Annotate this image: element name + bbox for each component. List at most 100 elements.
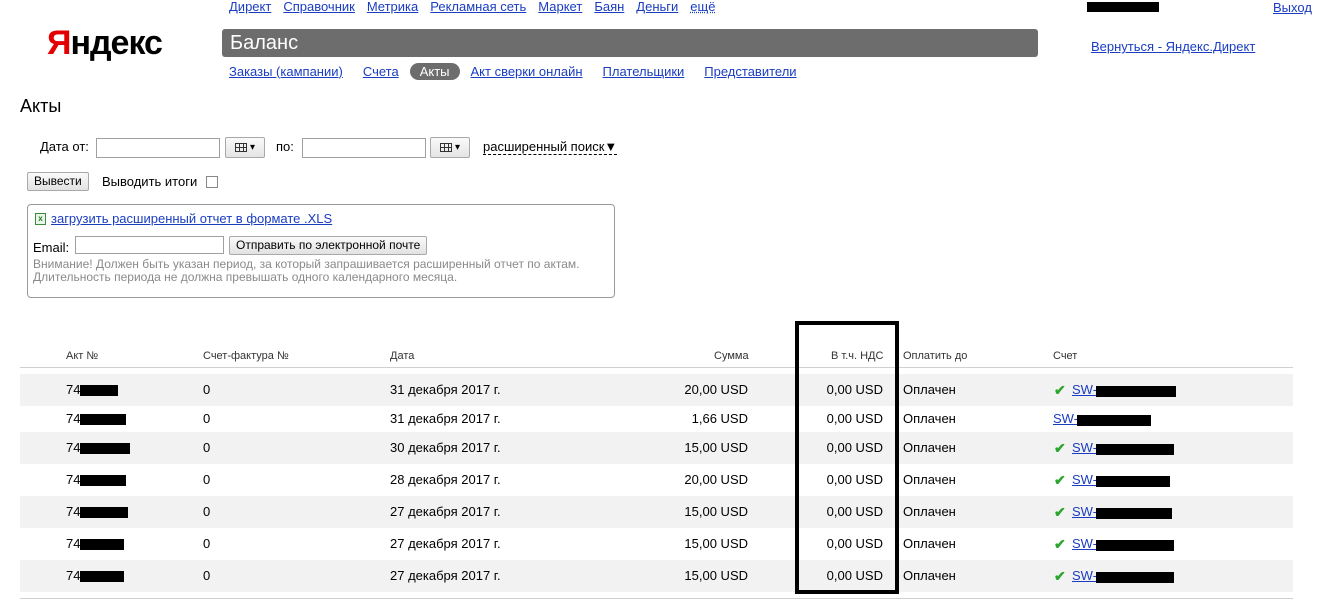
top-nav-reference[interactable]: Справочник — [283, 0, 355, 16]
show-totals-label: Выводить итоги — [102, 174, 198, 189]
act-sum: 15,00 USD — [684, 504, 748, 519]
submit-button[interactable]: Вывести — [27, 172, 89, 191]
show-totals-checkbox[interactable] — [206, 176, 218, 188]
email-field[interactable] — [75, 236, 224, 254]
act-vat: 0,00 USD — [826, 440, 883, 455]
act-number-redacted — [80, 475, 126, 486]
invoice-number: 0 — [203, 536, 211, 551]
bill-number-redacted — [1096, 508, 1172, 519]
pay-by-status: Оплачен — [903, 504, 956, 519]
act-sum: 20,00 USD — [684, 382, 748, 397]
back-to-direct-link[interactable]: Вернуться - Яндекс.Директ — [1091, 39, 1255, 54]
section-title-bar: Баланс — [222, 29, 1038, 57]
invoice-number: 0 — [203, 472, 211, 487]
date-to-calendar-button[interactable]: ▾ — [430, 137, 470, 158]
notice-line-2: Длительность периода не должна превышать… — [33, 270, 458, 284]
act-number-redacted — [80, 443, 130, 454]
act-date: 31 декабря 2017 г. — [390, 382, 501, 397]
act-number-redacted — [80, 539, 124, 550]
top-nav: Директ Справочник Метрика Рекламная сеть… — [229, 0, 727, 16]
act-date: 27 декабря 2017 г. — [390, 568, 501, 583]
bill-link[interactable]: SW- — [1072, 432, 1097, 464]
act-date: 27 декабря 2017 г. — [390, 504, 501, 519]
pay-by-status: Оплачен — [903, 411, 956, 426]
table-row: 74 0 30 декабря 2017 г. 15,00 USD 0,00 USD Оп… — [20, 432, 1293, 464]
date-from-calendar-button[interactable]: ▾ — [225, 137, 265, 158]
download-xls-link[interactable]: загрузить расширенный отчет в формате .X… — [51, 211, 332, 226]
col-header-act: Акт № — [66, 350, 99, 362]
logout-link[interactable]: Выход — [1273, 0, 1312, 15]
act-number-redacted — [80, 507, 128, 518]
bill-number-redacted — [1096, 540, 1174, 551]
email-label: Email: — [33, 240, 70, 255]
date-from-input[interactable] — [96, 138, 220, 158]
act-vat: 0,00 USD — [826, 411, 883, 426]
act-date: 27 декабря 2017 г. — [390, 536, 501, 551]
bill-number-redacted — [1096, 476, 1170, 487]
check-icon: ✔ — [1054, 382, 1066, 398]
top-nav-more[interactable]: ещё — [690, 0, 715, 16]
tab-orders[interactable]: Заказы (кампании) — [229, 64, 343, 79]
act-number: 74 — [66, 411, 81, 426]
chevron-down-icon: ▾ — [454, 142, 461, 153]
pay-by-status: Оплачен — [903, 440, 956, 455]
tab-payers[interactable]: Плательщики — [603, 64, 685, 79]
date-to-input[interactable] — [302, 138, 426, 158]
pay-by-status: Оплачен — [903, 472, 956, 487]
tab-representatives[interactable]: Представители — [704, 64, 796, 79]
top-nav-ad-network[interactable]: Рекламная сеть — [430, 0, 526, 16]
user-name-redacted[interactable] — [1087, 2, 1159, 12]
top-nav-metrika[interactable]: Метрика — [367, 0, 418, 16]
yandex-logo[interactable]: Яндекс — [47, 24, 163, 63]
col-header-bill: Счет — [1053, 350, 1078, 362]
top-nav-direct[interactable]: Директ — [229, 0, 271, 16]
calendar-icon — [234, 143, 247, 152]
bill-link[interactable]: SW- — [1072, 528, 1097, 560]
bill-link[interactable]: SW- — [1072, 560, 1097, 592]
top-nav-bayan[interactable]: Баян — [594, 0, 624, 16]
act-sum: 1,66 USD — [691, 411, 748, 426]
invoice-number: 0 — [203, 382, 211, 397]
act-sum: 15,00 USD — [684, 536, 748, 551]
bill-link[interactable]: SW- — [1072, 374, 1097, 406]
col-header-pay-by: Оплатить до — [903, 350, 968, 362]
top-nav-market[interactable]: Маркет — [538, 0, 582, 16]
check-icon: ✔ — [1054, 472, 1066, 488]
bill-number-redacted — [1096, 444, 1174, 455]
pay-by-status: Оплачен — [903, 536, 956, 551]
table-row: 74 0 31 декабря 2017 г. 1,66 USD 0,00 USD Опл… — [20, 406, 1293, 432]
act-number-redacted — [80, 414, 126, 425]
pay-by-status: Оплачен — [903, 568, 956, 583]
act-sum: 20,00 USD — [684, 472, 748, 487]
send-email-button[interactable]: Отправить по электронной почте — [229, 236, 428, 255]
tab-reconciliation[interactable]: Акт сверки онлайн — [471, 64, 583, 79]
act-number: 74 — [66, 382, 81, 397]
act-number: 74 — [66, 536, 81, 551]
bill-link[interactable]: SW- — [1072, 464, 1097, 496]
tab-invoices[interactable]: Счета — [363, 64, 399, 79]
top-nav-money[interactable]: Деньги — [636, 0, 678, 16]
col-header-vat: В т.ч. НДС — [831, 350, 884, 362]
chevron-down-icon: ▾ — [249, 142, 256, 153]
calendar-icon — [439, 143, 452, 152]
table-row: 74 0 28 декабря 2017 г. 20,00 USD 0,00 USD Оп… — [20, 464, 1293, 496]
table-row: 74 0 27 декабря 2017 г. 15,00 USD 0,00 USD Оп… — [20, 496, 1293, 528]
tab-acts[interactable]: Акты — [409, 62, 460, 80]
act-number-redacted — [80, 385, 118, 396]
invoice-number: 0 — [203, 440, 211, 455]
page-title: Акты — [20, 96, 62, 116]
act-sum: 15,00 USD — [684, 440, 748, 455]
act-vat: 0,00 USD — [826, 382, 883, 397]
date-from-label: Дата от: — [40, 139, 89, 154]
table-header-divider — [20, 367, 1293, 368]
act-sum: 15,00 USD — [684, 568, 748, 583]
act-number-redacted — [80, 571, 124, 582]
sub-nav: Заказы (кампании) Счета Акты Акт сверки … — [229, 62, 817, 80]
bill-link[interactable]: SW- — [1053, 406, 1078, 432]
act-date: 30 декабря 2017 г. — [390, 440, 501, 455]
act-number: 74 — [66, 504, 81, 519]
extended-search-toggle[interactable]: расширенный поиск▼ — [483, 139, 618, 155]
check-icon: ✔ — [1054, 568, 1066, 584]
bill-link[interactable]: SW- — [1072, 496, 1097, 528]
bill-number-redacted — [1096, 386, 1176, 397]
